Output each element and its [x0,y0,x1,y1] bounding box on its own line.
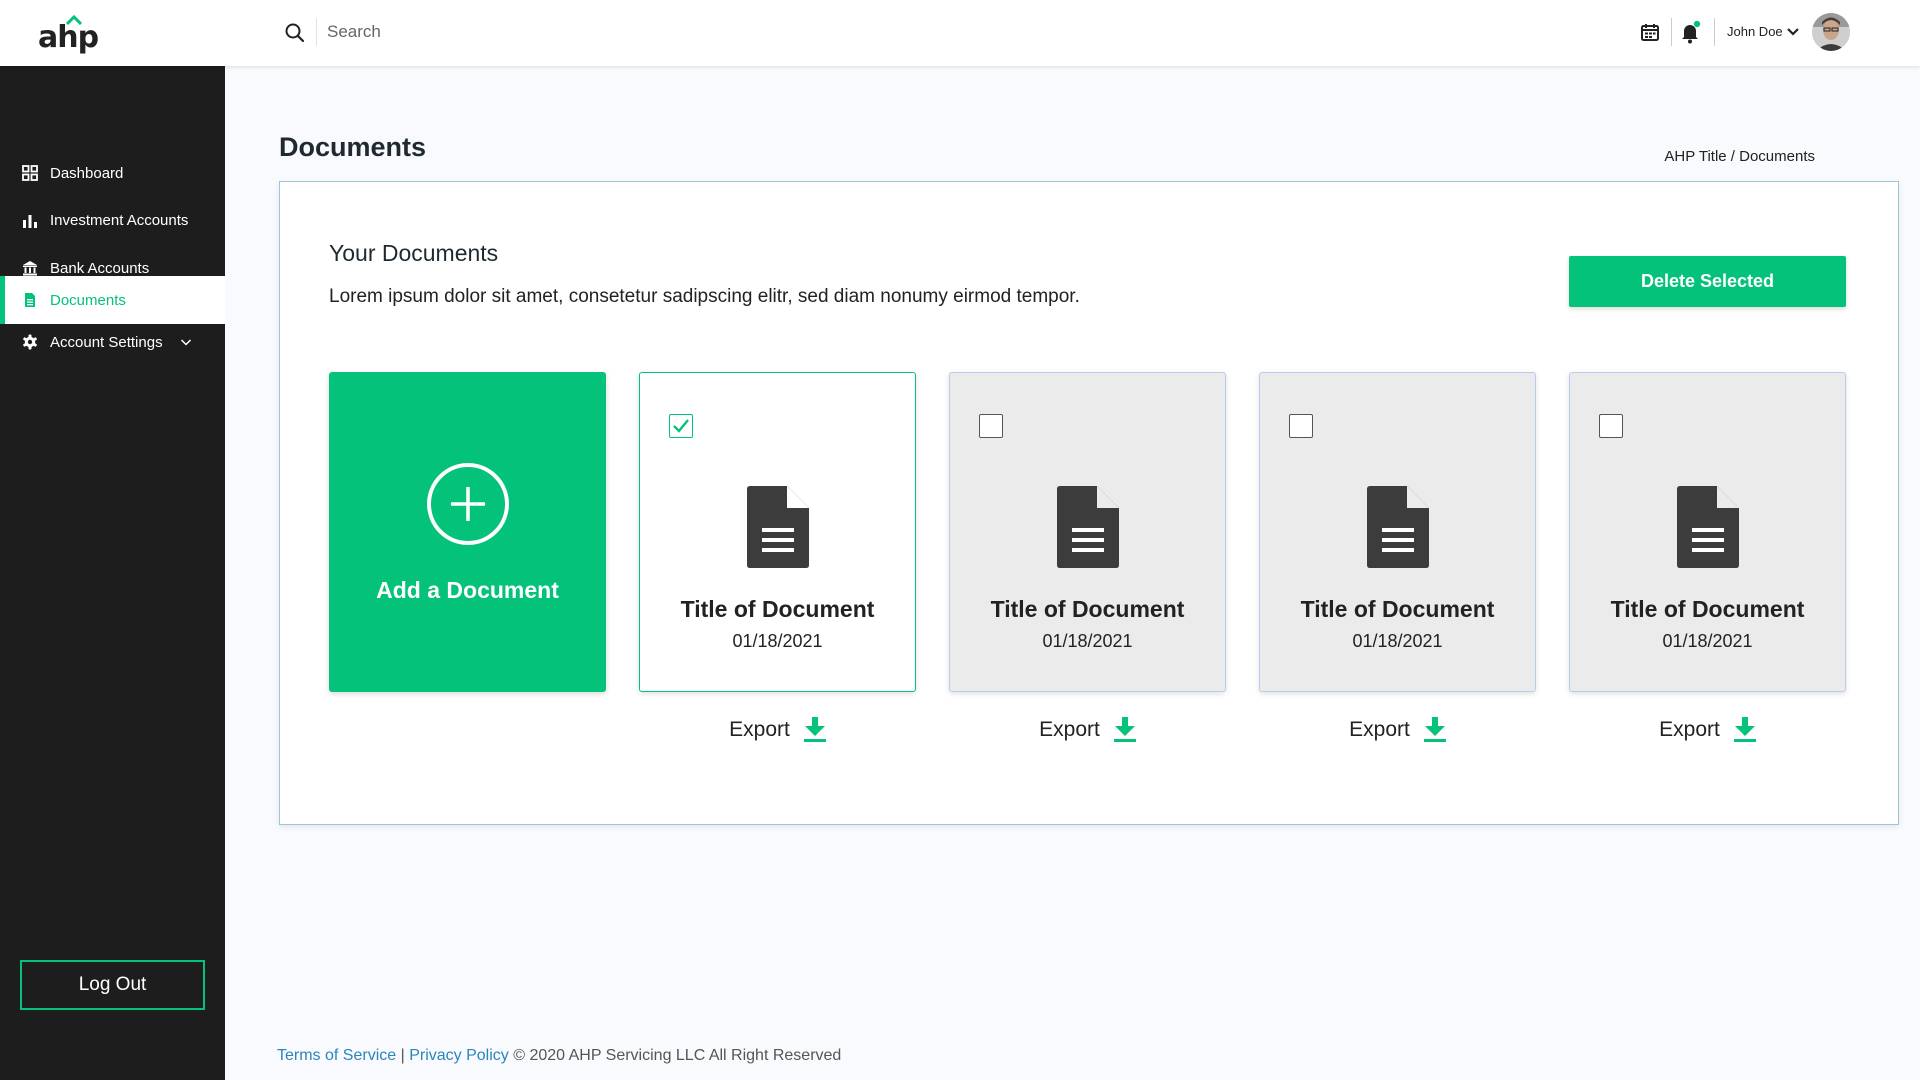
download-icon [803,717,826,742]
document-checkbox[interactable] [979,414,1003,438]
download-icon [1423,717,1446,742]
section-description: Lorem ipsum dolor sit amet, consetetur s… [329,286,1080,307]
documents-panel: Your Documents Lorem ipsum dolor sit ame… [279,181,1899,825]
sidebar-item-label: Bank Accounts [50,259,150,277]
document-card[interactable]: Title of Document 01/18/2021 [1569,372,1846,692]
user-name[interactable]: John Doe [1727,24,1783,39]
delete-selected-button[interactable]: Delete Selected [1569,256,1846,307]
bank-icon [23,261,37,276]
document-title: Title of Document [1610,596,1805,622]
document-checkbox[interactable] [1599,414,1623,438]
export-label: Export [1349,718,1410,741]
logo-roof-icon [66,14,82,26]
top-header: ahp John Doe [0,0,1920,66]
search-input[interactable] [327,18,827,46]
copyright-text: © 2020 AHP Servicing LLC All Right Reser… [508,1047,842,1064]
checkmark-icon [673,419,689,433]
bar-chart-icon [23,215,37,228]
document-date: 01/18/2021 [732,631,823,651]
logout-button[interactable]: Log Out [20,960,205,1010]
document-card[interactable]: Title of Document 01/18/2021 [949,372,1226,692]
privacy-link[interactable]: Privacy Policy [409,1047,509,1064]
sidebar-item-label: Dashboard [50,164,124,182]
document-date: 01/18/2021 [1352,631,1443,651]
document-icon [25,293,35,307]
sidebar: Dashboard Investment Accounts Bank Accou… [0,66,225,1080]
document-checkbox[interactable] [669,414,693,438]
sidebar-item-account-settings[interactable]: Account Settings [0,318,225,366]
sidebar-item-documents[interactable]: Documents [0,276,225,324]
chevron-down-icon[interactable] [180,337,192,347]
export-button[interactable]: Export [1259,712,1536,748]
avatar[interactable] [1812,13,1850,51]
export-label: Export [1659,718,1720,741]
user-photo [1812,13,1850,51]
document-date: 01/18/2021 [1662,631,1753,651]
plus-circle-icon [427,463,509,545]
sidebar-item-label: Investment Accounts [50,211,189,229]
sidebar-item-investment-accounts[interactable]: Investment Accounts [0,196,225,244]
file-icon [747,486,809,568]
document-date: 01/18/2021 [1042,631,1133,651]
calendar-icon[interactable] [1640,22,1660,42]
document-title: Title of Document [680,596,875,622]
download-icon [1733,717,1756,742]
section-title: Your Documents [329,240,499,266]
export-button[interactable]: Export [1569,712,1846,748]
file-icon [1367,486,1429,568]
export-label: Export [1039,718,1100,741]
sidebar-item-label: Account Settings [50,333,163,351]
ahp-logo[interactable]: ahp [38,14,99,55]
document-card[interactable]: Title of Document 01/18/2021 [639,372,916,692]
file-icon [1057,486,1119,568]
add-document-card[interactable]: Add a Document [329,372,606,692]
document-checkbox[interactable] [1289,414,1313,438]
gear-icon [23,334,37,350]
export-label: Export [729,718,790,741]
document-title: Title of Document [1300,596,1495,622]
terms-link[interactable]: Terms of Service [277,1047,396,1064]
grid-icon [22,165,38,181]
add-document-label: Add a Document [376,577,559,603]
page-title: Documents [279,132,427,162]
document-card[interactable]: Title of Document 01/18/2021 [1259,372,1536,692]
footer: Terms of Service | Privacy Policy © 2020… [277,1047,841,1065]
export-button[interactable]: Export [639,712,916,748]
search-divider [316,18,317,46]
sidebar-item-label: Documents [50,291,126,309]
search-icon[interactable] [284,22,306,44]
footer-separator: | [396,1047,410,1064]
header-divider [1671,18,1672,46]
header-divider [1714,18,1715,46]
bell-icon[interactable] [1680,20,1702,44]
download-icon [1113,717,1136,742]
export-button[interactable]: Export [949,712,1226,748]
sidebar-item-dashboard[interactable]: Dashboard [0,149,225,197]
chevron-down-icon[interactable] [1786,26,1800,38]
file-icon [1677,486,1739,568]
breadcrumb[interactable]: AHP Title / Documents [1664,148,1815,165]
document-title: Title of Document [990,596,1185,622]
